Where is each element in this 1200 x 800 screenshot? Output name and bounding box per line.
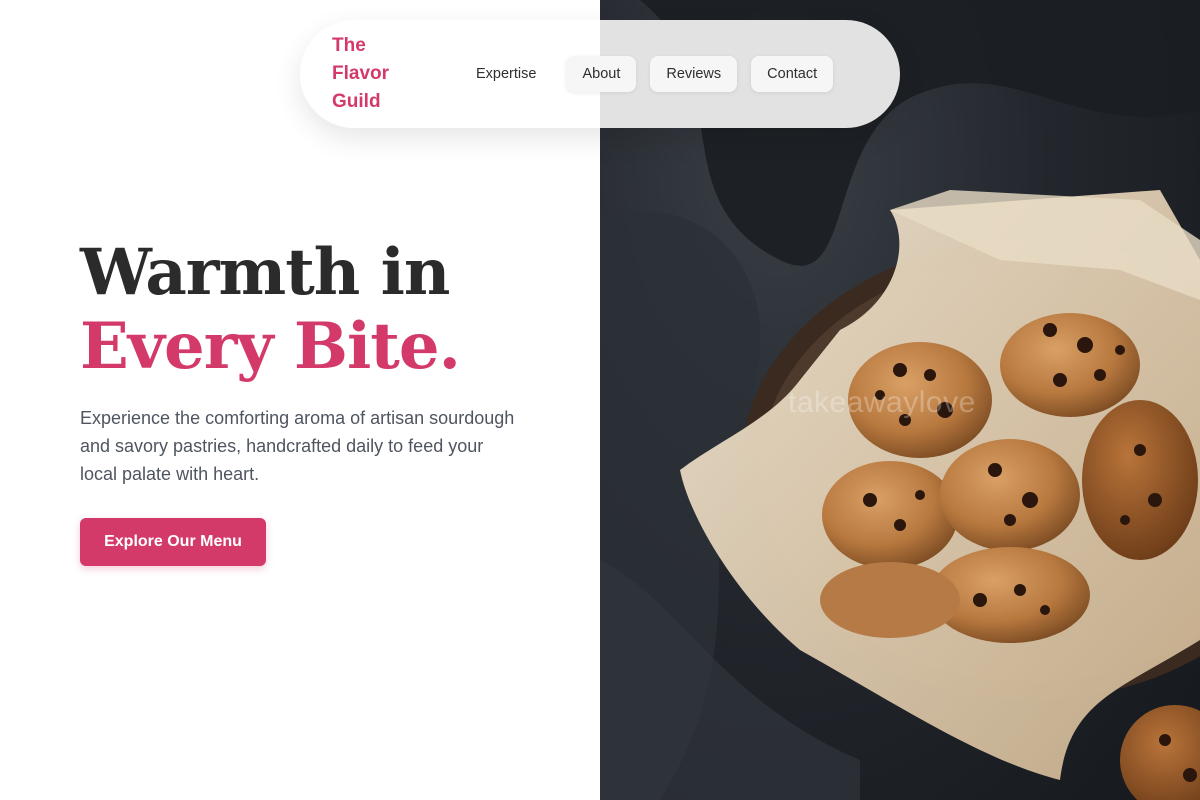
hero-subtext: Experience the comforting aroma of artis…: [80, 408, 515, 484]
nav-links: Expertise About Reviews Contact: [460, 56, 834, 92]
hero-headline: Warmth in Every Bite.: [80, 236, 560, 384]
brand-line-3: Guild: [332, 91, 381, 112]
nav-link-about[interactable]: About: [566, 56, 637, 92]
explore-menu-button[interactable]: Explore Our Menu: [80, 518, 266, 566]
headline-line-2: Every Bite.: [80, 309, 461, 384]
image-watermark: takeawaylove: [788, 386, 976, 419]
brand-logo[interactable]: The Flavor Guild: [332, 32, 422, 116]
hero-section: Warmth in Every Bite. Experience the com…: [80, 236, 560, 488]
nav-link-reviews[interactable]: Reviews: [650, 56, 738, 92]
brand-line-2: Flavor: [332, 63, 390, 84]
navbar: The Flavor Guild Expertise About Reviews…: [300, 20, 900, 128]
headline-line-1: Warmth in: [80, 235, 450, 310]
nav-link-expertise[interactable]: Expertise: [460, 56, 552, 92]
brand-line-1: The: [332, 35, 366, 56]
nav-link-contact[interactable]: Contact: [751, 56, 834, 92]
